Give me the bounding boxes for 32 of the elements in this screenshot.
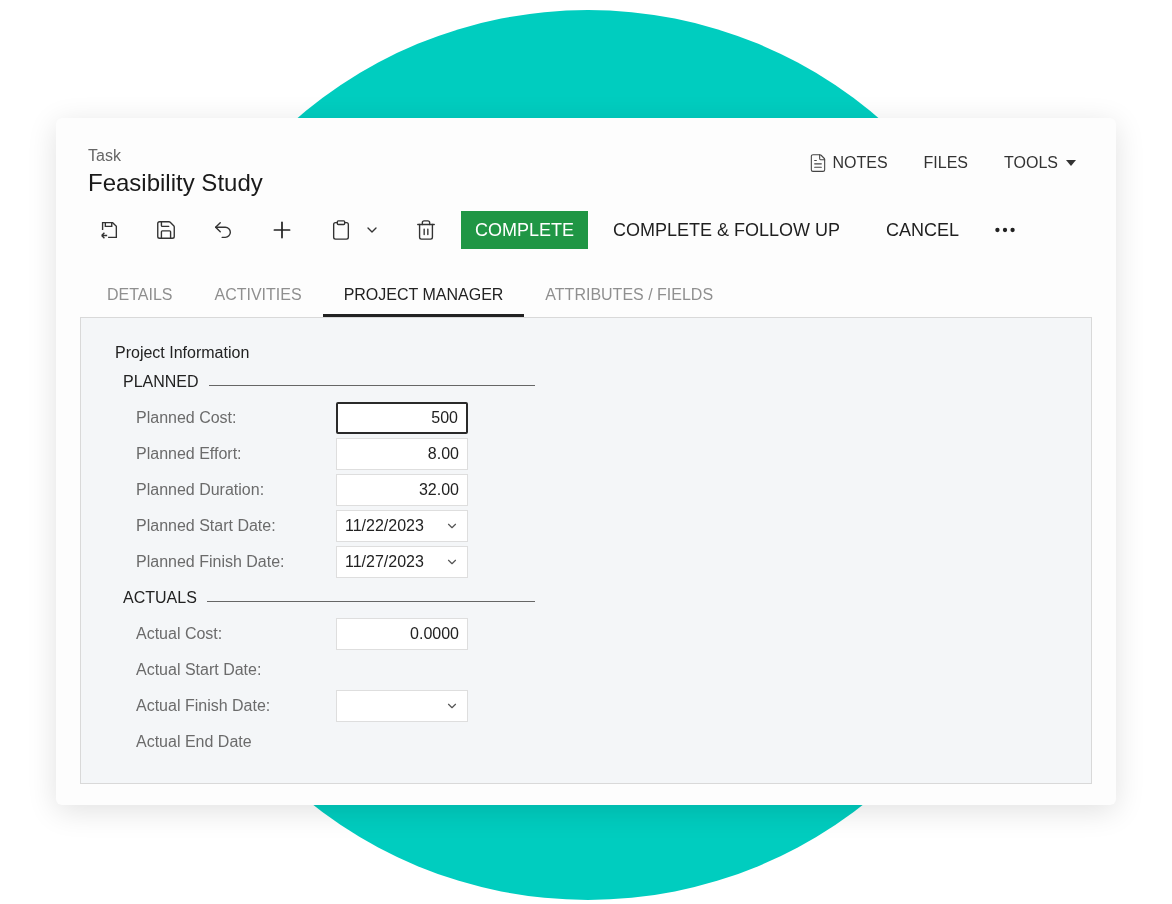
date-field[interactable]: 11/27/2023 [336, 546, 468, 578]
field-label: Actual Cost: [136, 624, 224, 644]
field-label: Planned Effort: [136, 444, 243, 464]
header-link[interactable]: NOTES [808, 151, 888, 175]
toolbar-button[interactable]: CANCEL [865, 211, 981, 249]
toolbar-button[interactable]: COMPLETE [461, 211, 589, 249]
field-label: Actual End Date [136, 732, 253, 752]
date-field[interactable] [336, 690, 468, 722]
toolbar-button[interactable]: COMPLETE & FOLLOW UP [592, 211, 862, 249]
date-field[interactable]: 11/22/2023 [336, 510, 468, 542]
field-label: Actual Finish Date: [136, 696, 272, 716]
number-field[interactable]: 8.00 [336, 438, 468, 470]
trash-icon[interactable] [415, 219, 437, 241]
section-title: Project Information [114, 343, 251, 363]
field-label: Planned Cost: [136, 408, 238, 428]
number-field[interactable]: 500 [336, 402, 468, 434]
field-label: Actual Start Date: [136, 660, 263, 680]
header-link[interactable]: FILES [923, 151, 969, 175]
clipboard-icon[interactable] [330, 219, 352, 241]
group-heading: ACTUALS [123, 588, 197, 608]
field-label: Planned Start Date: [136, 516, 277, 536]
record-title: Feasibility Study [88, 168, 263, 198]
group-heading: PLANNED [123, 372, 199, 392]
field-label: Planned Finish Date: [136, 552, 286, 572]
header-link[interactable]: TOOLS [1004, 151, 1076, 175]
caret-down-icon [1066, 160, 1076, 166]
save-icon[interactable] [155, 219, 177, 241]
record-type-caption: Task [88, 146, 122, 166]
field-label: Planned Duration: [136, 480, 266, 500]
number-field[interactable]: 0.0000 [336, 618, 468, 650]
undo-icon[interactable] [212, 219, 234, 241]
number-field[interactable]: 32.00 [336, 474, 468, 506]
